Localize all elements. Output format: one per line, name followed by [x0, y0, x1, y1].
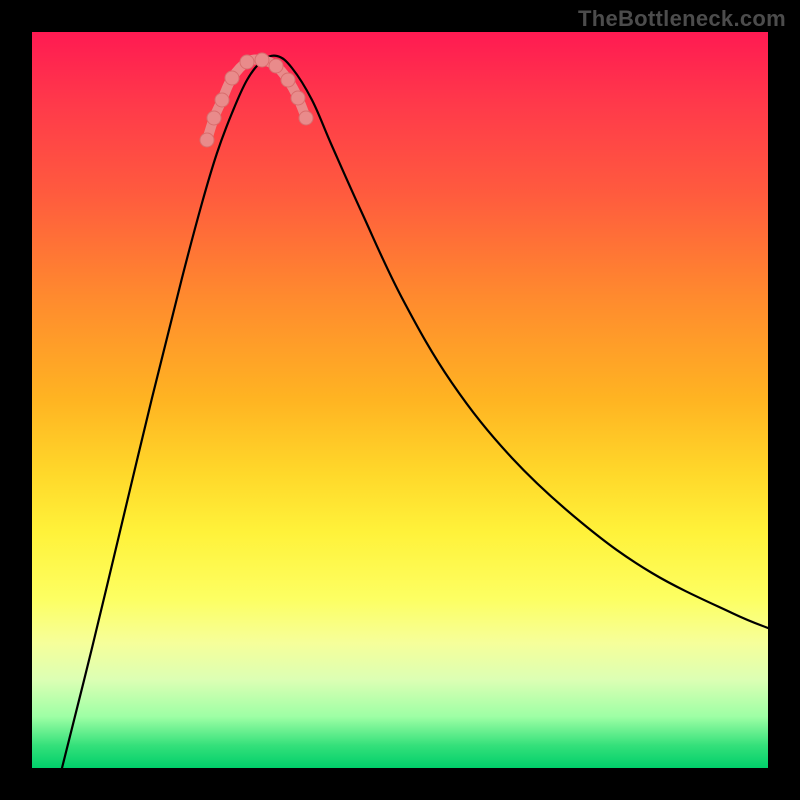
marker-point — [215, 93, 229, 107]
marker-point — [225, 71, 239, 85]
marker-point — [240, 55, 254, 69]
chart-frame: TheBottleneck.com — [0, 0, 800, 800]
marker-point — [207, 111, 221, 125]
marker-point — [269, 59, 283, 73]
bottleneck-curve — [62, 56, 768, 768]
watermark-text: TheBottleneck.com — [578, 6, 786, 32]
marker-point — [299, 111, 313, 125]
marker-point — [281, 73, 295, 87]
marker-point — [255, 53, 269, 67]
marker-point — [200, 133, 214, 147]
plot-area — [32, 32, 768, 768]
marker-point — [291, 91, 305, 105]
curve-svg — [32, 32, 768, 768]
